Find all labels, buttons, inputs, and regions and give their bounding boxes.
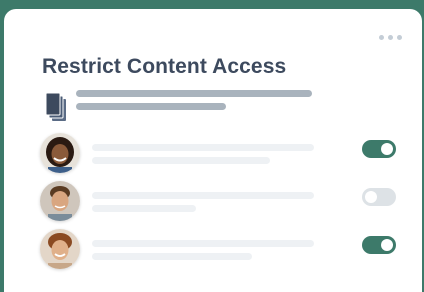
user-name-placeholder (92, 240, 314, 247)
toggle-knob (365, 191, 377, 203)
documents-icon (45, 93, 66, 121)
user-row (4, 181, 422, 225)
user-avatar (40, 133, 80, 173)
user-detail-placeholder (92, 253, 252, 260)
access-toggle[interactable] (362, 236, 396, 254)
avatar-photo-3 (40, 229, 80, 269)
avatar-photo-2 (40, 181, 80, 221)
more-dot (379, 35, 384, 40)
restrict-access-card: Restrict Content Access (4, 9, 422, 292)
more-options-icon[interactable] (379, 35, 402, 40)
avatar-photo-1 (40, 133, 80, 173)
access-toggle[interactable] (362, 140, 396, 158)
more-dot (388, 35, 393, 40)
user-avatar (40, 229, 80, 269)
document-subtitle-placeholder (76, 103, 226, 110)
user-row (4, 229, 422, 273)
user-name-placeholder (92, 192, 314, 199)
access-toggle[interactable] (362, 188, 396, 206)
document-title-placeholder (76, 90, 312, 97)
user-name-placeholder (92, 144, 314, 151)
user-detail-placeholder (92, 157, 270, 164)
user-row (4, 133, 422, 177)
page-title: Restrict Content Access (42, 55, 287, 78)
toggle-knob (381, 143, 393, 155)
toggle-knob (381, 239, 393, 251)
user-detail-placeholder (92, 205, 196, 212)
more-dot (397, 35, 402, 40)
user-avatar (40, 181, 80, 221)
